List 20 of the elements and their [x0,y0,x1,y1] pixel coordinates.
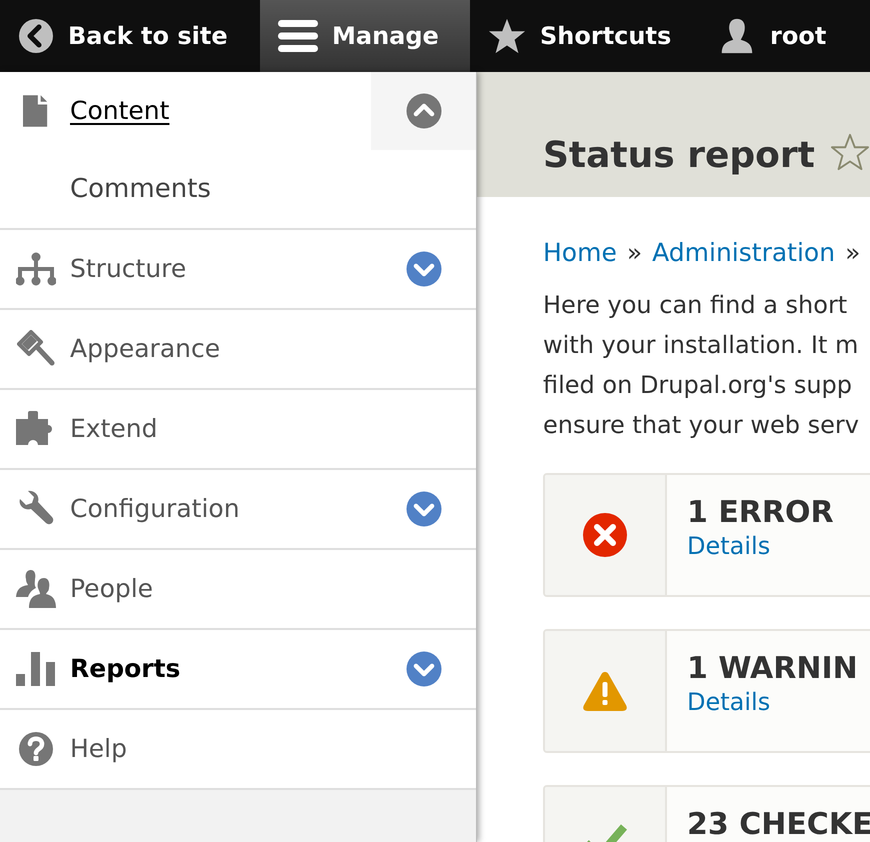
sidebar-item[interactable]: Help [0,710,476,788]
sidebar-item[interactable]: Comments [0,150,476,228]
details-link[interactable]: Details [687,531,834,561]
breadcrumb-separator: » [626,237,642,270]
sidebar-item[interactable]: People [0,550,476,628]
status-count: 1 WARNIN [687,651,858,687]
details-link[interactable]: Details [687,687,858,717]
description-text: with your installation. It m [543,330,860,361]
status-count: 23 CHECKE [687,807,870,842]
breadcrumb-separator: » [845,237,860,270]
status-count: 1 ERROR [687,495,834,531]
description-text: Here you can find a short [543,290,848,321]
sidebar-item[interactable]: Appearance [0,310,476,388]
sidebar-item[interactable]: Extend [0,390,476,468]
description-text: filed on Drupal.org's supp [543,370,854,401]
toolbar-tab[interactable]: Manage [260,0,470,72]
breadcrumb-link[interactable]: Home [543,234,617,272]
page-title: Status report [543,134,815,178]
description-text: ensure that your web serv [543,410,860,441]
breadcrumb-link[interactable]: Administration [652,234,836,272]
